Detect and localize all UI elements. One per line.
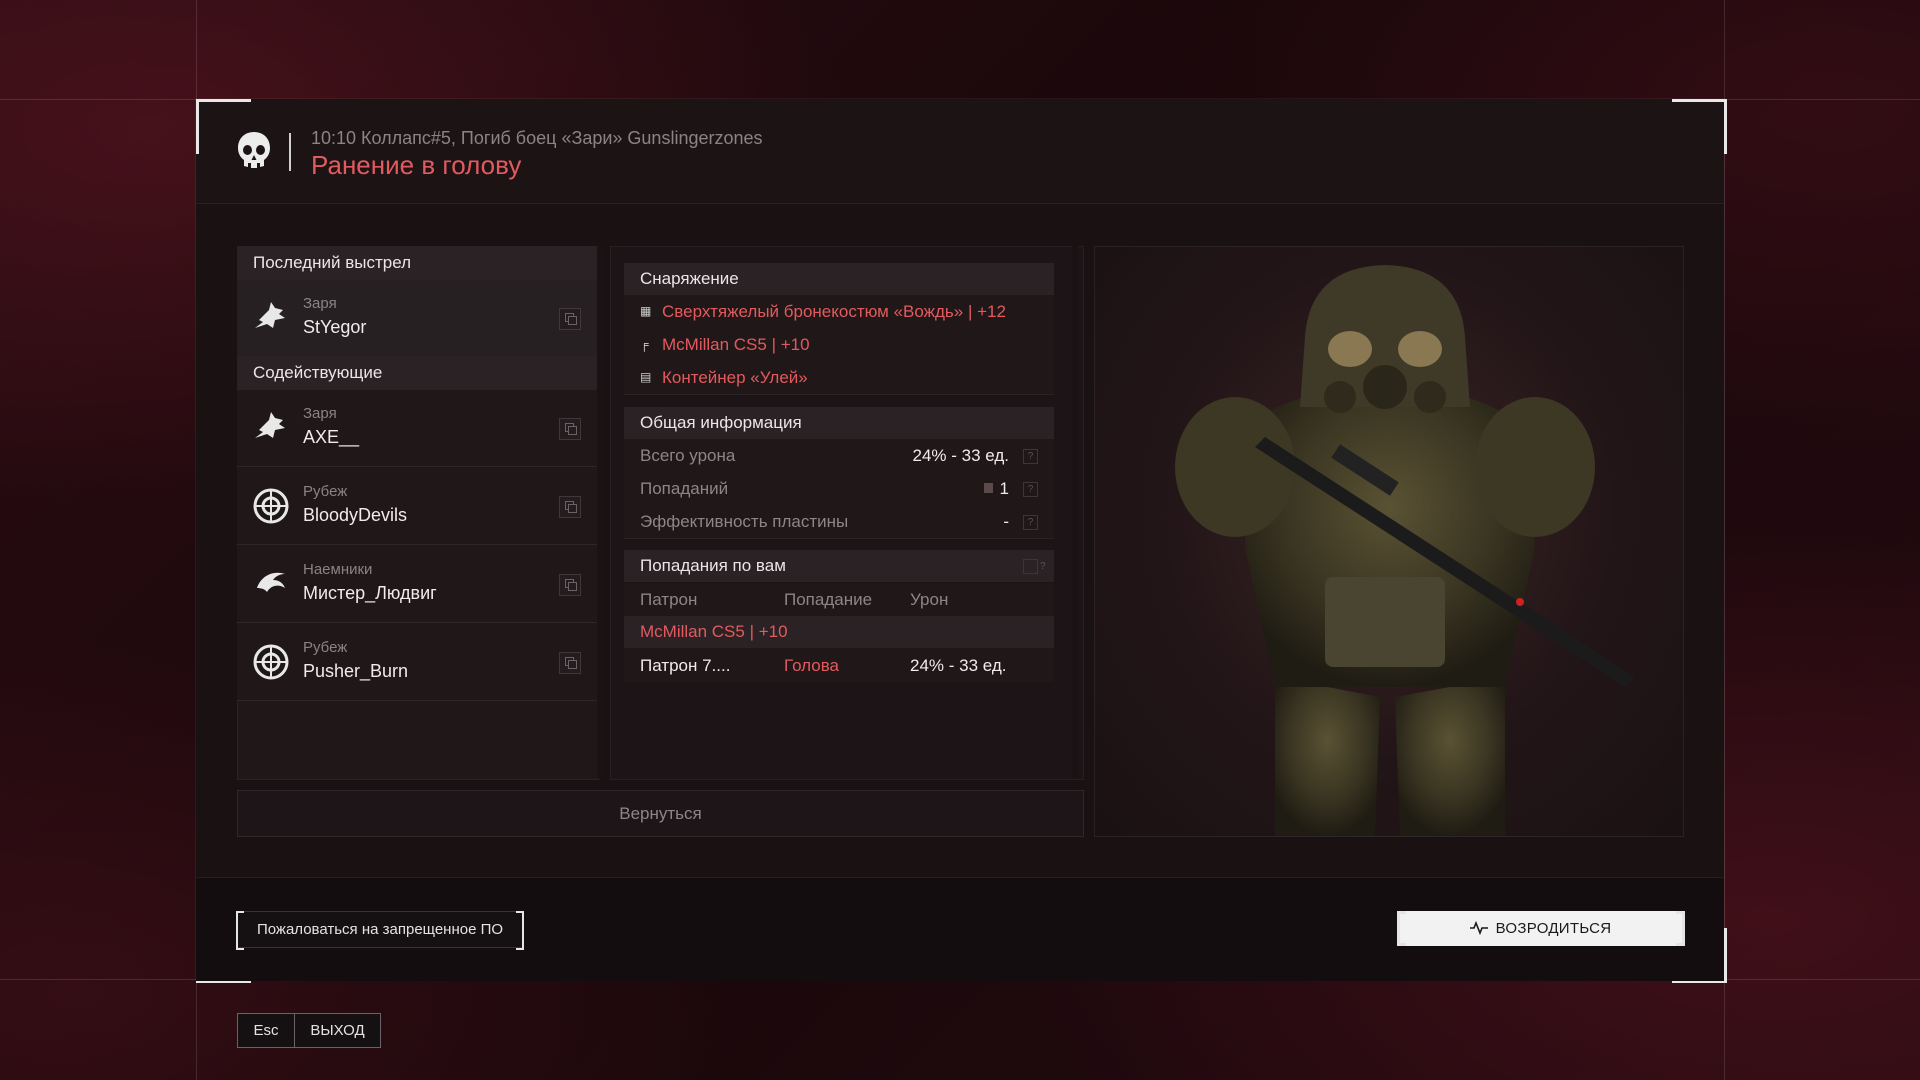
exit-label: ВЫХОД (310, 1022, 365, 1039)
wolf-emblem-icon (255, 412, 285, 438)
assist-player: Заря AXE__ (237, 390, 597, 467)
assist-player: Рубеж BloodyDevils (237, 468, 597, 545)
column-damage: Урон (910, 590, 949, 609)
player-name: BloodyDevils (303, 505, 408, 525)
equipment-name: McMillan CS5 | +10 (662, 335, 810, 354)
shield-emblem-icon (253, 488, 289, 524)
copy-name-button[interactable] (559, 652, 581, 674)
hits-on-you-title: Попадания по вам (640, 556, 786, 575)
faction-label: Заря (303, 295, 337, 312)
shield-emblem-icon (253, 644, 289, 680)
info-value: - (1003, 512, 1009, 531)
hit-location: Голова (784, 656, 840, 675)
faction-label: Заря (303, 405, 337, 422)
equipment-name: Контейнер «Улей» (662, 368, 808, 387)
respawn-bracket-left (1397, 911, 1406, 946)
equipment-name: Сверхтяжелый бронекостюм «Вождь» | +12 (662, 302, 1006, 321)
exit-button[interactable]: Esc ВЫХОД (237, 1013, 381, 1048)
corner-bracket-tr (1672, 99, 1727, 154)
hits-table-header: Патрон Попадание Урон (624, 583, 1054, 617)
hit-marker-icon (984, 483, 993, 493)
copy-name-button[interactable] (559, 418, 581, 440)
assists-header: Содействующие (237, 356, 597, 390)
faction-label: Рубеж (303, 639, 348, 656)
last-shot-header: Последний выстрел (237, 246, 597, 280)
wolf-emblem-icon (255, 302, 285, 328)
report-bracket-left (236, 911, 244, 950)
copy-name-button[interactable] (559, 574, 581, 596)
eagle-emblem-icon (257, 572, 285, 592)
back-button[interactable]: Вернуться (237, 790, 1084, 837)
player-name: StYegor (303, 317, 367, 337)
column-ammo: Патрон (640, 590, 698, 609)
help-icon[interactable]: ? (1023, 515, 1038, 530)
players-list-scrollbar[interactable] (597, 246, 603, 778)
hits-on-you-header: Попадания по вам ? (624, 550, 1054, 582)
esc-key-hint: Esc (238, 1014, 295, 1047)
help-icon[interactable]: ? (1023, 559, 1046, 574)
armored-soldier-image (1175, 265, 1635, 836)
faction-label: Наемники (303, 561, 373, 578)
info-label: Эффективность пластины (640, 512, 849, 531)
copy-name-button[interactable] (559, 496, 581, 518)
last-shot-player: Заря StYegor (237, 280, 597, 357)
skull-icon (238, 132, 270, 168)
kill-event-subtitle: 10:10 Коллапс#5, Погиб боец «Зари» Gunsl… (311, 128, 763, 148)
copy-name-button[interactable] (559, 308, 581, 330)
respawn-button[interactable]: ВОЗРОДИТЬСЯ (1399, 911, 1682, 946)
rifle-icon: ╒ (640, 337, 649, 351)
equipment-item: ╒ McMillan CS5 | +10 (624, 328, 1054, 362)
column-hit: Попадание (784, 590, 873, 609)
pulse-icon (1469, 920, 1488, 936)
report-cheater-button[interactable]: Пожаловаться на запрещенное ПО (237, 911, 523, 948)
equipment-item: ▤ Контейнер «Улей» (624, 361, 1054, 395)
general-info-header: Общая информация (624, 407, 1054, 439)
info-row-total-damage: Всего урона 24% - 33 ед. ? (624, 439, 1054, 473)
info-label: Всего урона (640, 446, 736, 465)
killer-character-model (1094, 246, 1684, 837)
hits-weapon-row: McMillan CS5 | +10 (624, 616, 1054, 648)
hit-ammo: Патрон 7.... (640, 656, 731, 675)
player-name: AXE__ (303, 427, 360, 447)
report-bracket-right (516, 911, 524, 950)
frame-line-right (1724, 0, 1725, 1080)
info-value: 24% - 33 ед. (912, 446, 1010, 465)
details-scrollbar[interactable] (1072, 246, 1078, 778)
assist-player: Наемники Мистер_Людвиг (237, 546, 597, 623)
death-cause-title: Ранение в голову (311, 150, 522, 180)
player-name: Pusher_Burn (303, 661, 409, 681)
info-row-hits: Попаданий 1 ? (624, 472, 1054, 506)
info-label: Попаданий (640, 479, 729, 498)
respawn-label: ВОЗРОДИТЬСЯ (1495, 920, 1612, 937)
equipment-header: Снаряжение (624, 263, 1054, 295)
info-value: 1 (999, 479, 1009, 498)
equipment-item: ▦ Сверхтяжелый бронекостюм «Вождь» | +12 (624, 295, 1054, 329)
assist-player: Рубеж Pusher_Burn (237, 624, 597, 701)
help-icon[interactable]: ? (1023, 482, 1038, 497)
table-row: Патрон 7.... Голова 24% - 33 ед. (624, 648, 1054, 682)
respawn-bracket-right (1676, 911, 1685, 946)
help-icon[interactable]: ? (1023, 449, 1038, 464)
armor-icon: ▦ (640, 304, 652, 318)
container-icon: ▤ (640, 370, 652, 384)
header-separator (289, 133, 291, 171)
hit-damage: 24% - 33 ед. (910, 656, 1007, 675)
faction-label: Рубеж (303, 483, 348, 500)
info-row-plate-efficiency: Эффективность пластины - ? (624, 505, 1054, 539)
player-name: Мистер_Людвиг (303, 583, 437, 603)
